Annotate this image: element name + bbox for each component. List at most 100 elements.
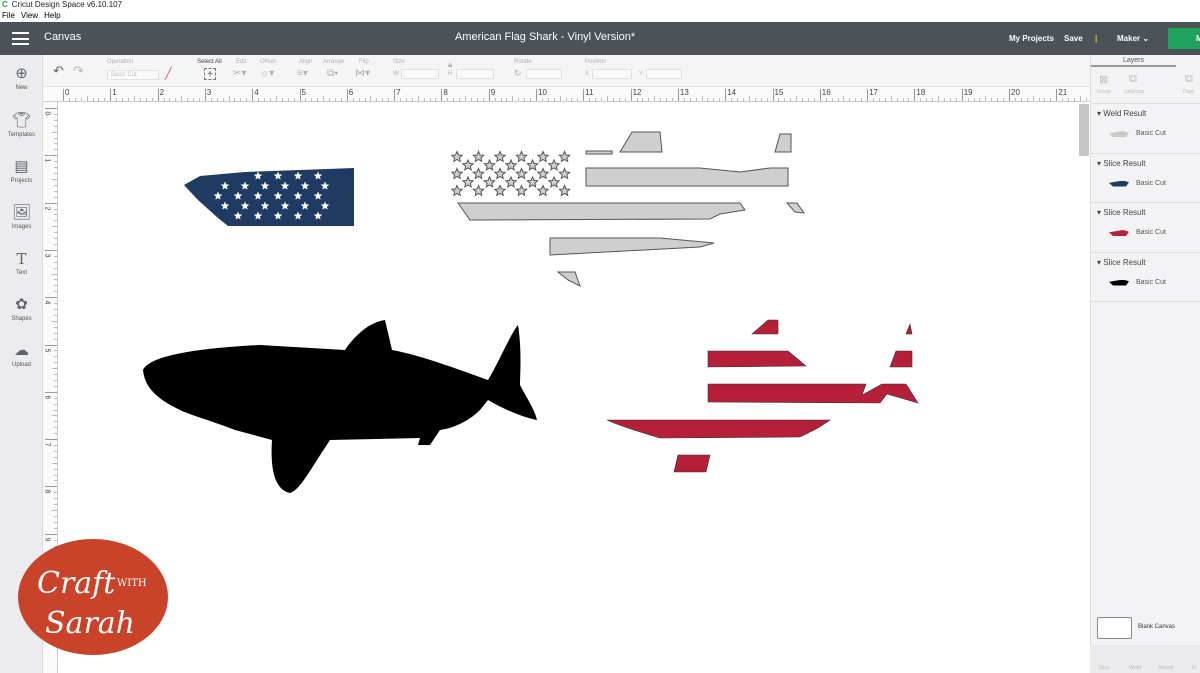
edit-icon[interactable]: ✂▾: [233, 68, 246, 79]
group-icon[interactable]: ⊠: [1099, 73, 1108, 86]
ruler-tick: [204, 89, 206, 101]
ruler-label: 0: [43, 111, 51, 116]
operation-value: Basic Cut: [111, 72, 137, 78]
ruler-label: 3: [206, 88, 212, 97]
ruler-label: 9: [490, 88, 496, 97]
ruler-tick: [961, 89, 963, 101]
offset-icon[interactable]: ☼▾: [260, 68, 274, 79]
layer-item-label[interactable]: Basic Cut: [1136, 130, 1166, 137]
layer-item-label[interactable]: Basic Cut: [1136, 180, 1166, 187]
sidebar-label: Text: [15, 270, 27, 276]
design-canvas[interactable]: [59, 102, 1090, 673]
sidebar-item-images[interactable]: 🖼︎ Images: [0, 204, 43, 230]
image-icon: 🖼︎: [11, 204, 32, 221]
slice-button[interactable]: Slice: [1098, 665, 1110, 671]
star-outline: [547, 158, 561, 171]
ruler-label: 4: [43, 300, 51, 305]
weld-button[interactable]: Weld: [1129, 665, 1141, 671]
menu-file[interactable]: File: [2, 11, 15, 20]
layer-group[interactable]: ▾ Slice Result Basic Cut: [1091, 203, 1200, 253]
redo-icon[interactable]: ↷: [73, 63, 84, 79]
layer-group-title[interactable]: ▾ Slice Result: [1097, 208, 1146, 217]
x-input[interactable]: [592, 69, 632, 79]
attach-button[interactable]: Attach: [1158, 665, 1174, 671]
layer-group-name: Slice Result: [1103, 158, 1146, 168]
sidebar-item-templates[interactable]: 👕︎ Templates: [0, 112, 43, 138]
height-input[interactable]: [456, 69, 494, 79]
sidebar-label: Upload: [11, 362, 31, 368]
select-all-icon[interactable]: +: [204, 68, 216, 80]
svg-text:WITH: WITH: [117, 578, 147, 589]
group-button[interactable]: Group: [1097, 89, 1111, 95]
ruler-label: 11: [585, 88, 594, 97]
rotate-input[interactable]: [526, 69, 562, 79]
ruler-label: 3: [43, 253, 51, 258]
y-input[interactable]: [646, 69, 682, 79]
sidebar-item-shapes[interactable]: ✿ Shapes: [0, 296, 43, 322]
my-projects-link[interactable]: My Projects: [1009, 34, 1054, 43]
star-outline: [461, 158, 475, 171]
layer-group-title[interactable]: ▾ Slice Result: [1097, 258, 1146, 267]
layer-group[interactable]: ▾ Weld Result Basic Cut: [1091, 104, 1200, 154]
star-outline: [515, 150, 528, 163]
vertical-scrollbar[interactable]: [1079, 104, 1089, 156]
align-icon[interactable]: ≡▾: [297, 68, 308, 79]
duplicate-button[interactable]: Dupli: [1183, 89, 1194, 95]
arrange-icon[interactable]: ⧉▾: [327, 68, 338, 79]
undo-icon[interactable]: ↶: [53, 63, 64, 79]
width-input[interactable]: [401, 69, 439, 79]
pen-color-icon[interactable]: ╱: [165, 67, 172, 80]
machine-select[interactable]: Maker ⌄: [1117, 34, 1149, 43]
flatten-button[interactable]: Fl: [1192, 665, 1197, 671]
ruler-label: 8: [443, 88, 448, 97]
grey-weld-shark[interactable]: [450, 131, 806, 288]
ruler-label: 21: [1058, 88, 1068, 97]
star-outline: [461, 175, 475, 188]
layer-group-title[interactable]: ▾ Slice Result: [1097, 159, 1146, 168]
svg-text:Sarah: Sarah: [45, 606, 135, 641]
flip-icon[interactable]: ⋈▾: [355, 68, 370, 79]
ruler-label: 14: [727, 88, 737, 97]
sidebar-item-text[interactable]: T Text: [0, 250, 43, 276]
layer-group[interactable]: ▾ Slice Result Basic Cut: [1091, 253, 1200, 302]
section-title: Canvas: [44, 31, 82, 43]
select-all-label: Select All: [197, 59, 222, 65]
window-title-text: Cricut Design Space v6.10.107: [11, 0, 123, 9]
ruler-tick: [394, 89, 396, 101]
hamburger-menu-icon[interactable]: [12, 32, 29, 45]
sidebar-item-projects[interactable]: ▤ Projects: [0, 158, 43, 184]
ruler-tick: [1009, 89, 1010, 101]
red-stripes-shark[interactable]: [606, 319, 919, 473]
operation-select[interactable]: Basic Cut: [107, 70, 159, 80]
menu-help[interactable]: Help: [44, 11, 60, 20]
star-outline: [450, 167, 464, 180]
svg-text:Craft: Craft: [37, 566, 116, 601]
navy-stars-shape: [184, 168, 354, 226]
flag-stars-layer[interactable]: [184, 168, 354, 226]
chevron-down-icon: ⌄: [1142, 34, 1150, 43]
ungroup-icon[interactable]: ⧉: [1129, 73, 1137, 86]
make-it-button[interactable]: M: [1168, 28, 1200, 49]
black-shark-silhouette[interactable]: [143, 320, 537, 493]
save-button[interactable]: Save: [1064, 34, 1083, 43]
menu-view[interactable]: View: [21, 11, 38, 20]
bottom-layer-tools: Slice Weld Attach Fl: [1090, 645, 1200, 673]
menu-bar: File View Help: [0, 10, 1200, 22]
layers-tab[interactable]: Layers: [1091, 55, 1176, 67]
star-outline: [547, 175, 561, 188]
ruler-label: 2: [159, 88, 165, 97]
sidebar-item-upload[interactable]: ☁ Upload: [0, 342, 43, 368]
star-outline: [504, 175, 518, 188]
craft-with-sarah-logo: Craft WITH Sarah: [17, 538, 169, 661]
blank-canvas-swatch[interactable]: [1097, 617, 1132, 639]
star-outline: [515, 167, 528, 180]
lock-icon[interactable]: 🔒︎: [448, 60, 452, 70]
sidebar-item-new[interactable]: ⊕ New: [0, 65, 43, 91]
layer-group[interactable]: ▾ Slice Result Basic Cut: [1091, 154, 1200, 203]
ruler-tick: [299, 89, 301, 101]
duplicate-icon[interactable]: ⧉: [1185, 73, 1193, 86]
layer-item-label[interactable]: Basic Cut: [1136, 279, 1166, 286]
layer-group-title[interactable]: ▾ Weld Result: [1097, 109, 1146, 118]
ungroup-button[interactable]: UnGroup: [1124, 89, 1144, 95]
layer-item-label[interactable]: Basic Cut: [1136, 229, 1166, 236]
